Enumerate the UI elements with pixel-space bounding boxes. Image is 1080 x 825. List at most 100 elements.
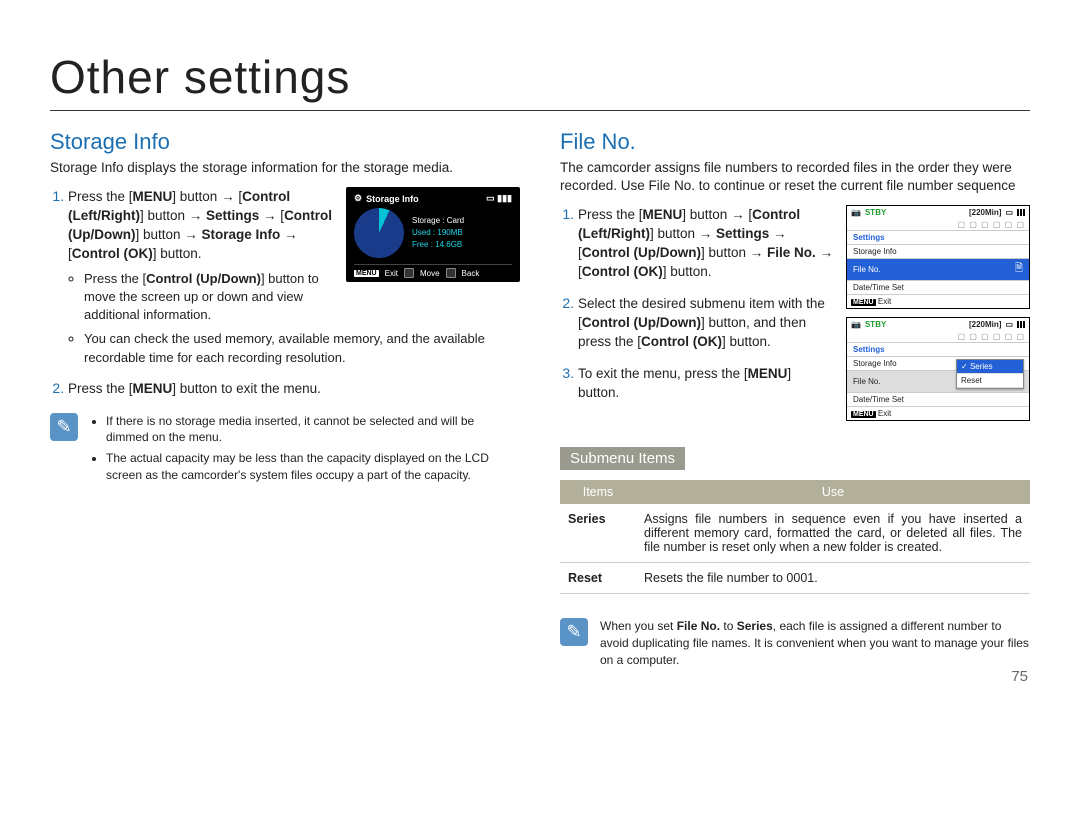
- row-date-time[interactable]: Date/Time Set: [847, 280, 1029, 294]
- th-use: Use: [636, 480, 1030, 504]
- storage-pie-chart: [354, 208, 404, 258]
- card-icon: ▭: [1005, 320, 1013, 329]
- t: ] button →: [140, 208, 206, 223]
- t: MENU: [133, 189, 173, 204]
- dropdown-series[interactable]: ✓ Series: [957, 360, 1023, 374]
- submenu-table: Items Use Series Assigns file numbers in…: [560, 480, 1030, 594]
- stby-label: STBY: [865, 320, 886, 329]
- panel-back: Back: [462, 269, 480, 278]
- exit-label: Exit: [878, 297, 891, 306]
- table-row: Series Assigns file numbers in sequence …: [560, 504, 1030, 563]
- fileno-note: When you set File No. to Series, each fi…: [560, 618, 1030, 668]
- rec-time: [220Min]: [969, 208, 1001, 217]
- page-title: Other settings: [50, 50, 1030, 104]
- cell-series-label: Series: [560, 504, 636, 563]
- panel-free-label: Free: [412, 240, 428, 249]
- t: to: [720, 619, 737, 633]
- row-settings[interactable]: Settings: [847, 230, 1029, 244]
- document-icon: 🗎: [1015, 261, 1023, 278]
- storage-step-2: Press the [MENU] button to exit the menu…: [68, 379, 520, 399]
- th-items: Items: [560, 480, 636, 504]
- fileno-panel-1: 📷 STBY [220Min] ▭ ▢ ▢ ▢ ▢ ▢ ▢ Settings S…: [846, 205, 1030, 309]
- battery-icon: [1017, 209, 1025, 216]
- panel-storage-label: Storage: [412, 216, 440, 225]
- back-icon: [446, 268, 456, 278]
- fileno-heading: File No.: [560, 129, 1030, 155]
- col-fileno: File No. The camcorder assigns file numb…: [560, 129, 1030, 669]
- t: Settings: [853, 345, 885, 354]
- t: ] button →: [701, 245, 767, 260]
- card-icon: ▭: [1005, 208, 1013, 217]
- fileno-step-2: Select the desired submenu item with the…: [578, 294, 834, 352]
- fileno-dropdown: ✓ Series Reset: [956, 359, 1024, 389]
- t: Control (OK): [582, 264, 663, 279]
- storage-heading: Storage Info: [50, 129, 520, 155]
- t: To exit the menu, press the [: [578, 366, 748, 381]
- t: Storage Info: [202, 227, 281, 242]
- fileno-step-1: Press the [MENU] button → [Control (Left…: [578, 205, 834, 282]
- storage-sub-b: You can check the used memory, available…: [84, 330, 520, 366]
- t: ] button to exit the menu.: [172, 381, 321, 396]
- t: ] button → [: [682, 207, 752, 222]
- mode-icon-row: ▢ ▢ ▢ ▢ ▢ ▢: [847, 219, 1029, 230]
- row-storage-info[interactable]: Storage Info: [847, 244, 1029, 258]
- panel-used-value: : 190MB: [433, 228, 463, 237]
- t: Date/Time Set: [853, 283, 904, 292]
- panel-exit: Exit: [385, 269, 398, 278]
- gear-icon: ⚙: [354, 193, 362, 204]
- cell-reset-desc: Resets the file number to 0001.: [636, 563, 1030, 594]
- t: File No.: [767, 245, 816, 260]
- table-row: Reset Resets the file number to 0001.: [560, 563, 1030, 594]
- t: Reset: [961, 376, 982, 385]
- t: MENU: [133, 381, 173, 396]
- t: Date/Time Set: [853, 395, 904, 404]
- t: Press the [: [84, 271, 146, 286]
- t: MENU: [748, 366, 788, 381]
- t: ] button.: [663, 264, 712, 279]
- t: File No.: [853, 265, 881, 274]
- storage-note-2: The actual capacity may be less than the…: [106, 450, 520, 484]
- t: File No.: [677, 619, 720, 633]
- t: Control (Up/Down): [582, 245, 701, 260]
- panel-used-label: Used: [412, 228, 431, 237]
- cell-series-desc: Assigns file numbers in sequence even if…: [636, 504, 1030, 563]
- submenu-items-heading: Submenu Items: [560, 447, 685, 470]
- storage-note-1: If there is no storage media inserted, i…: [106, 413, 520, 447]
- note-icon: [50, 413, 78, 441]
- page-number: 75: [1011, 668, 1028, 685]
- menu-tag-icon: MENU: [851, 299, 876, 306]
- mode-icon-row: ▢ ▢ ▢ ▢ ▢ ▢: [847, 331, 1029, 342]
- t: ] button →: [650, 226, 716, 241]
- note-icon: [560, 618, 588, 646]
- row-file-no-selected[interactable]: File No. 🗎: [847, 258, 1029, 280]
- t: Settings: [853, 233, 885, 242]
- t: Control (Up/Down): [146, 271, 261, 286]
- t: Storage Info: [853, 247, 897, 256]
- t: Press the [: [68, 189, 133, 204]
- fileno-step-3: To exit the menu, press the [MENU] butto…: [578, 364, 834, 403]
- col-storage: Storage Info Storage Info displays the s…: [50, 129, 520, 669]
- camera-icon: 📷: [851, 208, 861, 217]
- t: Control (OK): [72, 246, 153, 261]
- t: Series: [737, 619, 773, 633]
- t: When you set: [600, 619, 677, 633]
- title-divider: [50, 110, 1030, 111]
- dropdown-reset[interactable]: Reset: [957, 374, 1023, 388]
- t: Press the [: [578, 207, 643, 222]
- t: Control (Up/Down): [582, 315, 701, 330]
- fileno-intro: The camcorder assigns file numbers to re…: [560, 159, 1030, 195]
- t: MENU: [643, 207, 683, 222]
- battery-icon: [1017, 321, 1025, 328]
- panel-storage-value: : Card: [442, 216, 464, 225]
- row-settings[interactable]: Settings: [847, 342, 1029, 356]
- panel-move: Move: [420, 269, 440, 278]
- fileno-panel-2: 📷 STBY [220Min] ▭ ▢ ▢ ▢ ▢ ▢ ▢ Settings S…: [846, 317, 1030, 421]
- storage-intro: Storage Info displays the storage inform…: [50, 159, 520, 177]
- row-date-time[interactable]: Date/Time Set: [847, 392, 1029, 406]
- panel-title: Storage Info: [366, 194, 419, 204]
- battery-icon: ▭ ▮▮▮: [486, 193, 512, 204]
- stby-label: STBY: [865, 208, 886, 217]
- t: Storage Info: [853, 359, 897, 368]
- t: Control (OK): [641, 334, 722, 349]
- move-icon: [404, 268, 414, 278]
